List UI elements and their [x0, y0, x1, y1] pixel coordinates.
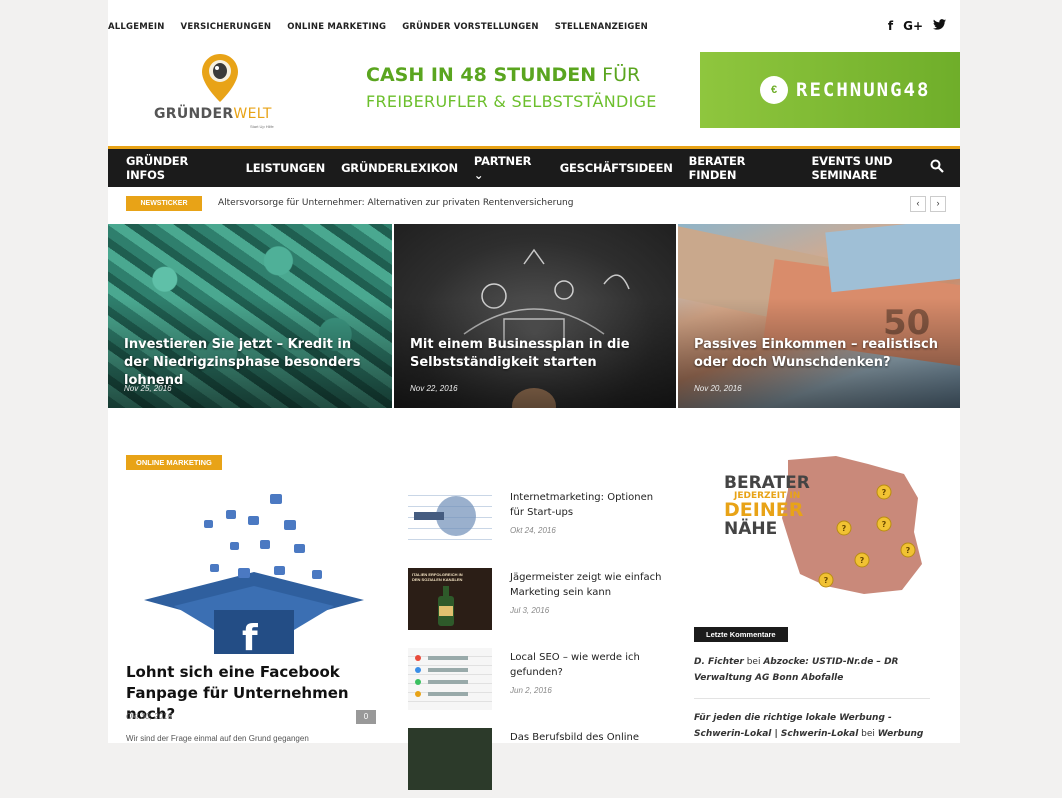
logo-text-part1: GRÜNDER — [154, 106, 234, 122]
banner-brand: € RECHNUNG48 — [760, 76, 930, 104]
recent-comments-heading: Letzte Kommentare — [694, 627, 788, 642]
list-item-date: Okt 24, 2016 — [510, 526, 556, 535]
list-item[interactable]: ITALIEN ERFOLGREICH IN DEN SOZIALEN KANÄ… — [408, 568, 670, 638]
comment-author[interactable]: D. Fichter — [694, 657, 744, 667]
article-thumbnail[interactable] — [408, 728, 492, 790]
map-marker-icon: ? — [882, 520, 887, 529]
article-thumbnail[interactable] — [408, 488, 492, 550]
nav-gruenderlexikon[interactable]: GRÜNDERLEXIKON — [341, 161, 458, 175]
featured-post-2[interactable]: Mit einem Businessplan in die Selbststän… — [394, 224, 676, 408]
social-links: f G+ — [888, 19, 946, 33]
search-icon[interactable] — [930, 159, 944, 173]
ticker-controls: ‹ › — [910, 196, 946, 212]
topnav-gruender-vorstellungen[interactable]: GRÜNDER VORSTELLUNGEN — [402, 22, 538, 32]
seo-table-image — [415, 655, 468, 697]
ticker-label: NEWSTICKER — [126, 196, 202, 211]
svg-text:f: f — [242, 618, 258, 654]
berater-map-ad[interactable]: ? ? ? ? ? ? BERATER JEDERZEIT IN DEINER … — [696, 454, 926, 596]
list-item[interactable]: Local SEO – wie werde ich gefunden? Jun … — [408, 648, 670, 718]
banner-headline-bold: CASH IN 48 STUNDEN — [366, 64, 597, 86]
comment-post-link[interactable]: Werbung — [878, 729, 924, 739]
facebook-box-illustration[interactable]: f — [134, 490, 374, 654]
facebook-icon[interactable]: f — [888, 19, 893, 33]
featured-post-3[interactable]: 50 Passives Einkommen – realistisch oder… — [678, 224, 960, 408]
map-marker-icon: ? — [842, 524, 847, 533]
featured-post-title[interactable]: Investieren Sie jetzt – Kredit in der Ni… — [124, 336, 374, 390]
page: ALLGEMEIN VERSICHERUNGEN ONLINE MARKETIN… — [108, 0, 960, 790]
comment-divider — [694, 698, 930, 699]
nav-gruender-infos[interactable]: GRÜNDER INFOS — [126, 154, 230, 182]
map-marker-icon: ? — [824, 576, 829, 585]
map-ad-line3: DEINER — [724, 499, 804, 521]
news-ticker: NEWSTICKER Altersvorsorge für Unternehme… — [126, 196, 946, 212]
nav-partner[interactable]: PARTNER ⌄ — [474, 154, 544, 182]
main-nav: GRÜNDER INFOS LEISTUNGEN GRÜNDERLEXIKON … — [108, 146, 960, 187]
logo-text-part2: WELT — [233, 106, 272, 122]
banner-headline: CASH IN 48 STUNDEN FÜR — [366, 64, 640, 86]
comment-connector: bei — [858, 729, 878, 739]
topnav-online-marketing[interactable]: ONLINE MARKETING — [287, 22, 386, 32]
featured-post-title[interactable]: Passives Einkommen – realistisch oder do… — [694, 336, 944, 372]
topnav-stellenanzeigen[interactable]: STELLENANZEIGEN — [555, 22, 648, 32]
map-marker-icon: ? — [882, 488, 887, 497]
featured-post-date: Nov 25, 2016 — [124, 384, 172, 393]
map-marker-icon: ? — [906, 546, 911, 555]
featured-post-date: Nov 20, 2016 — [694, 384, 742, 393]
twitter-icon[interactable] — [933, 19, 946, 33]
article-thumbnail[interactable]: ITALIEN ERFOLGREICH IN DEN SOZIALEN KANÄ… — [408, 568, 492, 630]
banner-headline-rest: FÜR — [596, 64, 641, 86]
google-plus-icon[interactable]: G+ — [903, 19, 923, 33]
chevron-right-icon[interactable]: › — [930, 196, 946, 212]
map-marker-icon: ? — [860, 556, 865, 565]
featured-post-date: Nov 22, 2016 — [410, 384, 458, 393]
ticker-headline[interactable]: Altersvorsorge für Unternehmer: Alternat… — [218, 198, 573, 208]
main-article-excerpt: Wir sind der Frage einmal auf den Grund … — [126, 734, 309, 743]
chevron-left-icon[interactable]: ‹ — [910, 196, 926, 212]
logo-text: GRÜNDERWELT — [154, 106, 272, 122]
list-item[interactable]: Internetmarketing: Optionen für Start-up… — [408, 488, 670, 558]
topnav-allgemein[interactable]: ALLGEMEIN — [108, 22, 165, 32]
euro-icon: € — [760, 76, 788, 104]
topnav-versicherungen[interactable]: VERSICHERUNGEN — [181, 22, 272, 32]
germany-map: ? ? ? ? ? ? BERATER JEDERZEIT IN DEINER … — [724, 456, 922, 594]
main-article-date: Okt 30, 2016 — [126, 712, 172, 721]
recent-comment-1: D. Fichter bei Abzocke: USTID-Nr.de – DR… — [694, 654, 930, 686]
map-ad-line1: BERATER — [724, 473, 810, 493]
list-item-title[interactable]: Jägermeister zeigt wie einfach Marketing… — [510, 570, 670, 600]
article-thumbnail[interactable] — [408, 648, 492, 710]
thumbnail-caption: ITALIEN ERFOLGREICH IN DEN SOZIALEN KANÄ… — [412, 572, 463, 582]
banner-brand-name: RECHNUNG48 — [796, 79, 931, 101]
nav-leistungen[interactable]: LEISTUNGEN — [246, 161, 326, 175]
section-label-online-marketing[interactable]: ONLINE MARKETING — [126, 455, 222, 470]
featured-posts: Investieren Sie jetzt – Kredit in der Ni… — [108, 224, 960, 408]
list-item-title[interactable]: Local SEO – wie werde ich gefunden? — [510, 650, 670, 680]
globe-grid-image — [414, 496, 476, 536]
list-item[interactable]: Das Berufsbild des Online — [408, 728, 670, 798]
featured-post-1[interactable]: Investieren Sie jetzt – Kredit in der Ni… — [108, 224, 392, 408]
list-item-date: Jul 3, 2016 — [510, 606, 550, 615]
logo-pin-icon — [202, 54, 238, 102]
nav-geschaeftsideen[interactable]: GESCHÄFTSIDEEN — [560, 161, 673, 175]
logo-subtitle: Start Up Hilfe — [250, 124, 274, 129]
featured-post-title[interactable]: Mit einem Businessplan in die Selbststän… — [410, 336, 660, 372]
banner-subline: FREIBERUFLER & SELBSTSTÄNDIGE — [366, 92, 657, 111]
nav-berater-finden[interactable]: BERATER FINDEN — [689, 154, 796, 182]
comment-connector: bei — [743, 657, 764, 667]
site-logo[interactable]: GRÜNDERWELT Start Up Hilfe — [154, 54, 304, 129]
comment-count-badge[interactable]: 0 — [356, 710, 376, 724]
list-item-title[interactable]: Internetmarketing: Optionen für Start-up… — [510, 490, 670, 520]
rechnung48-banner[interactable]: CASH IN 48 STUNDEN FÜR FREIBERUFLER & SE… — [352, 52, 960, 128]
list-item-date: Jun 2, 2016 — [510, 686, 552, 695]
recent-comment-2: Für jeden die richtige lokale Werbung - … — [694, 710, 930, 742]
top-nav: ALLGEMEIN VERSICHERUNGEN ONLINE MARKETIN… — [108, 22, 648, 32]
map-ad-line4: NÄHE — [724, 517, 777, 539]
